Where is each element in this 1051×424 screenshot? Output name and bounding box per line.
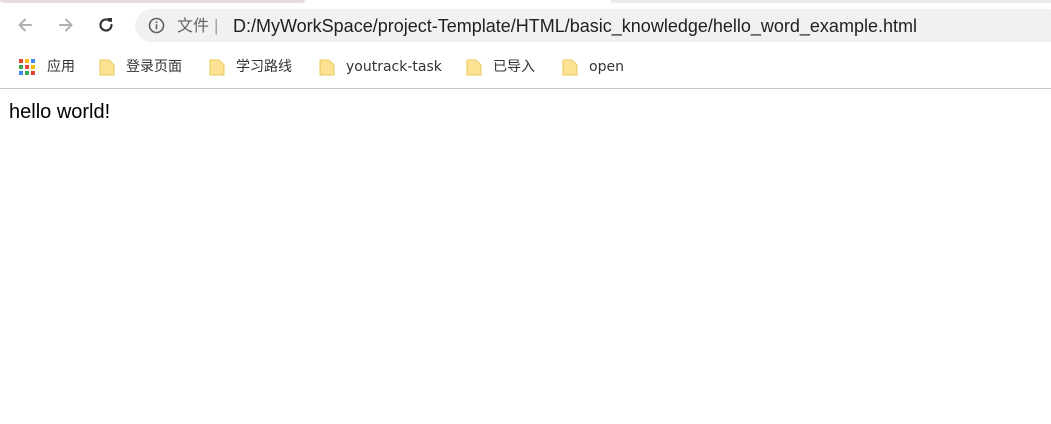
arrow-left-icon: [18, 18, 32, 32]
arrow-right-icon: [59, 18, 73, 32]
folder-icon: [562, 59, 578, 76]
body-text: hello world!: [9, 101, 111, 123]
tab-edge-left: [0, 0, 305, 3]
tab-edge-right: [610, 0, 1051, 3]
bookmark-login-page[interactable]: 登录页面: [99, 54, 182, 80]
bookmarks-bar: 应用 登录页面 学习路线 youtrack-task 已导入 open: [0, 54, 1051, 80]
bookmark-label: open: [589, 59, 624, 75]
bookmark-youtrack-task[interactable]: youtrack-task: [319, 54, 442, 80]
folder-icon: [466, 59, 482, 76]
info-icon[interactable]: [148, 17, 165, 34]
toolbar: 文件 | D:/MyWorkSpace/project-Template/HTM…: [0, 6, 1051, 44]
page-content: hello world!: [0, 89, 1051, 424]
bookmark-apps[interactable]: 应用: [18, 54, 75, 80]
folder-icon: [319, 59, 335, 76]
reload-icon: [99, 18, 113, 32]
bookmark-learning-path[interactable]: 学习路线: [209, 54, 292, 80]
tab-strip-edge: [0, 0, 1051, 4]
bookmark-imported[interactable]: 已导入: [466, 54, 535, 80]
reload-button[interactable]: [91, 10, 121, 40]
bookmark-label: 已导入: [493, 59, 535, 75]
scheme-separator: |: [214, 16, 219, 35]
back-button[interactable]: [10, 10, 40, 40]
bookmark-label: 登录页面: [126, 59, 182, 75]
bookmark-label: youtrack-task: [346, 59, 442, 75]
url-text[interactable]: D:/MyWorkSpace/project-Template/HTML/bas…: [233, 16, 917, 36]
bookmark-label: 学习路线: [236, 59, 292, 75]
bookmark-open[interactable]: open: [562, 54, 624, 80]
folder-icon: [99, 59, 115, 76]
folder-icon: [209, 59, 225, 76]
bookmark-label: 应用: [47, 59, 75, 75]
apps-grid-icon: [19, 59, 35, 75]
browser-chrome: 文件 | D:/MyWorkSpace/project-Template/HTM…: [0, 0, 1051, 89]
address-bar[interactable]: 文件 | D:/MyWorkSpace/project-Template/HTM…: [135, 9, 1051, 42]
scheme-label: 文件: [177, 16, 210, 35]
forward-button[interactable]: [51, 10, 81, 40]
